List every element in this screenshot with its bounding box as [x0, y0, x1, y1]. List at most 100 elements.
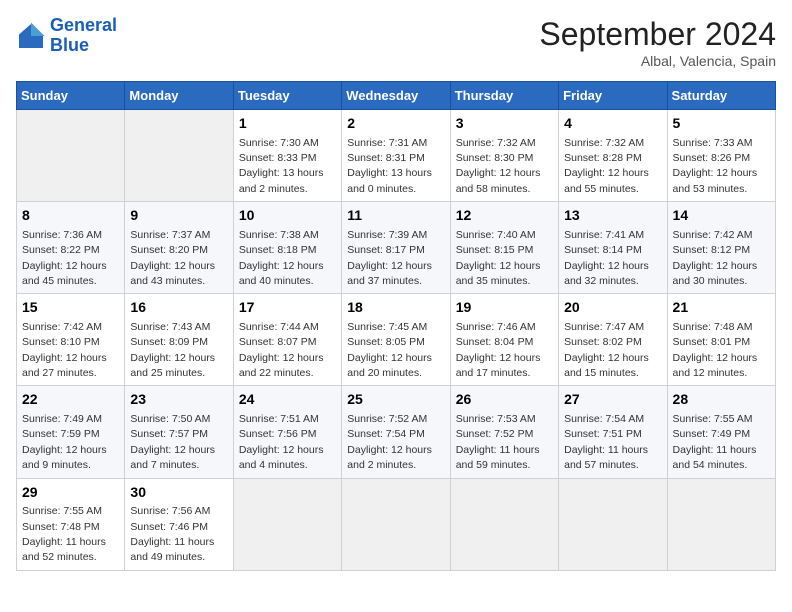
day-info: Sunrise: 7:56 AMSunset: 7:46 PMDaylight:… [130, 505, 214, 563]
calendar-cell: 1Sunrise: 7:30 AMSunset: 8:33 PMDaylight… [233, 110, 341, 202]
title-block: September 2024 Albal, Valencia, Spain [539, 16, 776, 69]
day-number: 13 [564, 206, 661, 226]
day-number: 29 [22, 483, 119, 503]
day-number: 8 [22, 206, 119, 226]
calendar-cell [559, 478, 667, 570]
weekday-wednesday: Wednesday [342, 82, 450, 110]
day-info: Sunrise: 7:40 AMSunset: 8:15 PMDaylight:… [456, 229, 541, 287]
day-info: Sunrise: 7:50 AMSunset: 7:57 PMDaylight:… [130, 413, 215, 471]
day-info: Sunrise: 7:46 AMSunset: 8:04 PMDaylight:… [456, 321, 541, 379]
day-number: 5 [673, 114, 770, 134]
day-info: Sunrise: 7:48 AMSunset: 8:01 PMDaylight:… [673, 321, 758, 379]
day-info: Sunrise: 7:52 AMSunset: 7:54 PMDaylight:… [347, 413, 432, 471]
day-info: Sunrise: 7:31 AMSunset: 8:31 PMDaylight:… [347, 137, 432, 195]
calendar-cell: 13 Sunrise: 7:41 AMSunset: 8:14 PMDayligh… [559, 202, 667, 294]
calendar-cell: 18 Sunrise: 7:45 AMSunset: 8:05 PMDayligh… [342, 294, 450, 386]
calendar-cell: 11 Sunrise: 7:39 AMSunset: 8:17 PMDayligh… [342, 202, 450, 294]
day-info: Sunrise: 7:49 AMSunset: 7:59 PMDaylight:… [22, 413, 107, 471]
day-number: 14 [673, 206, 770, 226]
day-number: 27 [564, 390, 661, 410]
day-info: Sunrise: 7:41 AMSunset: 8:14 PMDaylight:… [564, 229, 649, 287]
day-info: Sunrise: 7:42 AMSunset: 8:12 PMDaylight:… [673, 229, 758, 287]
calendar-cell: 26Sunrise: 7:53 AMSunset: 7:52 PMDayligh… [450, 386, 558, 478]
day-number: 18 [347, 298, 444, 318]
day-number: 17 [239, 298, 336, 318]
calendar-cell: 17 Sunrise: 7:44 AMSunset: 8:07 PMDayligh… [233, 294, 341, 386]
day-number: 1 [239, 114, 336, 134]
day-number: 11 [347, 206, 444, 226]
day-number: 30 [130, 483, 227, 503]
day-info: Sunrise: 7:55 AMSunset: 7:49 PMDaylight:… [673, 413, 757, 471]
calendar-cell [342, 478, 450, 570]
week-row-5: 29Sunrise: 7:55 AMSunset: 7:48 PMDayligh… [17, 478, 776, 570]
day-number: 12 [456, 206, 553, 226]
week-row-3: 15 Sunrise: 7:42 AMSunset: 8:10 PMDayligh… [17, 294, 776, 386]
week-row-2: 8 Sunrise: 7:36 AMSunset: 8:22 PMDaylight… [17, 202, 776, 294]
day-number: 16 [130, 298, 227, 318]
weekday-sunday: Sunday [17, 82, 125, 110]
calendar-cell: 30Sunrise: 7:56 AMSunset: 7:46 PMDayligh… [125, 478, 233, 570]
day-info: Sunrise: 7:32 AMSunset: 8:30 PMDaylight:… [456, 137, 541, 195]
calendar-cell: 8 Sunrise: 7:36 AMSunset: 8:22 PMDaylight… [17, 202, 125, 294]
day-info: Sunrise: 7:33 AMSunset: 8:26 PMDaylight:… [673, 137, 758, 195]
calendar-cell [450, 478, 558, 570]
day-info: Sunrise: 7:42 AMSunset: 8:10 PMDaylight:… [22, 321, 107, 379]
day-info: Sunrise: 7:55 AMSunset: 7:48 PMDaylight:… [22, 505, 106, 563]
day-number: 9 [130, 206, 227, 226]
day-number: 2 [347, 114, 444, 134]
weekday-friday: Friday [559, 82, 667, 110]
calendar-table: SundayMondayTuesdayWednesdayThursdayFrid… [16, 81, 776, 571]
calendar-cell: 21 Sunrise: 7:48 AMSunset: 8:01 PMDayligh… [667, 294, 775, 386]
day-number: 25 [347, 390, 444, 410]
day-number: 15 [22, 298, 119, 318]
day-number: 28 [673, 390, 770, 410]
day-number: 19 [456, 298, 553, 318]
weekday-thursday: Thursday [450, 82, 558, 110]
calendar-cell: 9 Sunrise: 7:37 AMSunset: 8:20 PMDaylight… [125, 202, 233, 294]
month-title: September 2024 [539, 16, 776, 53]
day-number: 21 [673, 298, 770, 318]
day-info: Sunrise: 7:51 AMSunset: 7:56 PMDaylight:… [239, 413, 324, 471]
calendar-cell: 19 Sunrise: 7:46 AMSunset: 8:04 PMDayligh… [450, 294, 558, 386]
calendar-cell [233, 478, 341, 570]
day-number: 24 [239, 390, 336, 410]
calendar-cell: 15 Sunrise: 7:42 AMSunset: 8:10 PMDayligh… [17, 294, 125, 386]
day-number: 4 [564, 114, 661, 134]
day-info: Sunrise: 7:43 AMSunset: 8:09 PMDaylight:… [130, 321, 215, 379]
weekday-saturday: Saturday [667, 82, 775, 110]
logo-icon [16, 21, 46, 51]
day-info: Sunrise: 7:37 AMSunset: 8:20 PMDaylight:… [130, 229, 215, 287]
calendar-cell: 16 Sunrise: 7:43 AMSunset: 8:09 PMDayligh… [125, 294, 233, 386]
day-info: Sunrise: 7:38 AMSunset: 8:18 PMDaylight:… [239, 229, 324, 287]
day-number: 23 [130, 390, 227, 410]
day-info: Sunrise: 7:36 AMSunset: 8:22 PMDaylight:… [22, 229, 107, 287]
calendar-cell [667, 478, 775, 570]
calendar-cell: 27 Sunrise: 7:54 AMSunset: 7:51 PMDayligh… [559, 386, 667, 478]
day-info: Sunrise: 7:44 AMSunset: 8:07 PMDaylight:… [239, 321, 324, 379]
weekday-monday: Monday [125, 82, 233, 110]
calendar-cell [17, 110, 125, 202]
calendar-cell: 14 Sunrise: 7:42 AMSunset: 8:12 PMDayligh… [667, 202, 775, 294]
calendar-cell: 12 Sunrise: 7:40 AMSunset: 8:15 PMDayligh… [450, 202, 558, 294]
day-info: Sunrise: 7:39 AMSunset: 8:17 PMDaylight:… [347, 229, 432, 287]
calendar-cell: 2 Sunrise: 7:31 AMSunset: 8:31 PMDaylight… [342, 110, 450, 202]
day-number: 22 [22, 390, 119, 410]
calendar-cell [125, 110, 233, 202]
calendar-cell: 29Sunrise: 7:55 AMSunset: 7:48 PMDayligh… [17, 478, 125, 570]
day-info: Sunrise: 7:32 AMSunset: 8:28 PMDaylight:… [564, 137, 649, 195]
day-number: 10 [239, 206, 336, 226]
logo: General Blue [16, 16, 117, 56]
day-number: 3 [456, 114, 553, 134]
day-info: Sunrise: 7:45 AMSunset: 8:05 PMDaylight:… [347, 321, 432, 379]
calendar-cell: 24 Sunrise: 7:51 AMSunset: 7:56 PMDayligh… [233, 386, 341, 478]
week-row-1: 1Sunrise: 7:30 AMSunset: 8:33 PMDaylight… [17, 110, 776, 202]
calendar-cell: 5 Sunrise: 7:33 AMSunset: 8:26 PMDaylight… [667, 110, 775, 202]
calendar-cell: 20 Sunrise: 7:47 AMSunset: 8:02 PMDayligh… [559, 294, 667, 386]
location: Albal, Valencia, Spain [539, 53, 776, 69]
day-number: 20 [564, 298, 661, 318]
day-info: Sunrise: 7:54 AMSunset: 7:51 PMDaylight:… [564, 413, 648, 471]
calendar-cell: 10 Sunrise: 7:38 AMSunset: 8:18 PMDayligh… [233, 202, 341, 294]
day-info: Sunrise: 7:47 AMSunset: 8:02 PMDaylight:… [564, 321, 649, 379]
calendar-cell: 23 Sunrise: 7:50 AMSunset: 7:57 PMDayligh… [125, 386, 233, 478]
calendar-cell: 28 Sunrise: 7:55 AMSunset: 7:49 PMDayligh… [667, 386, 775, 478]
